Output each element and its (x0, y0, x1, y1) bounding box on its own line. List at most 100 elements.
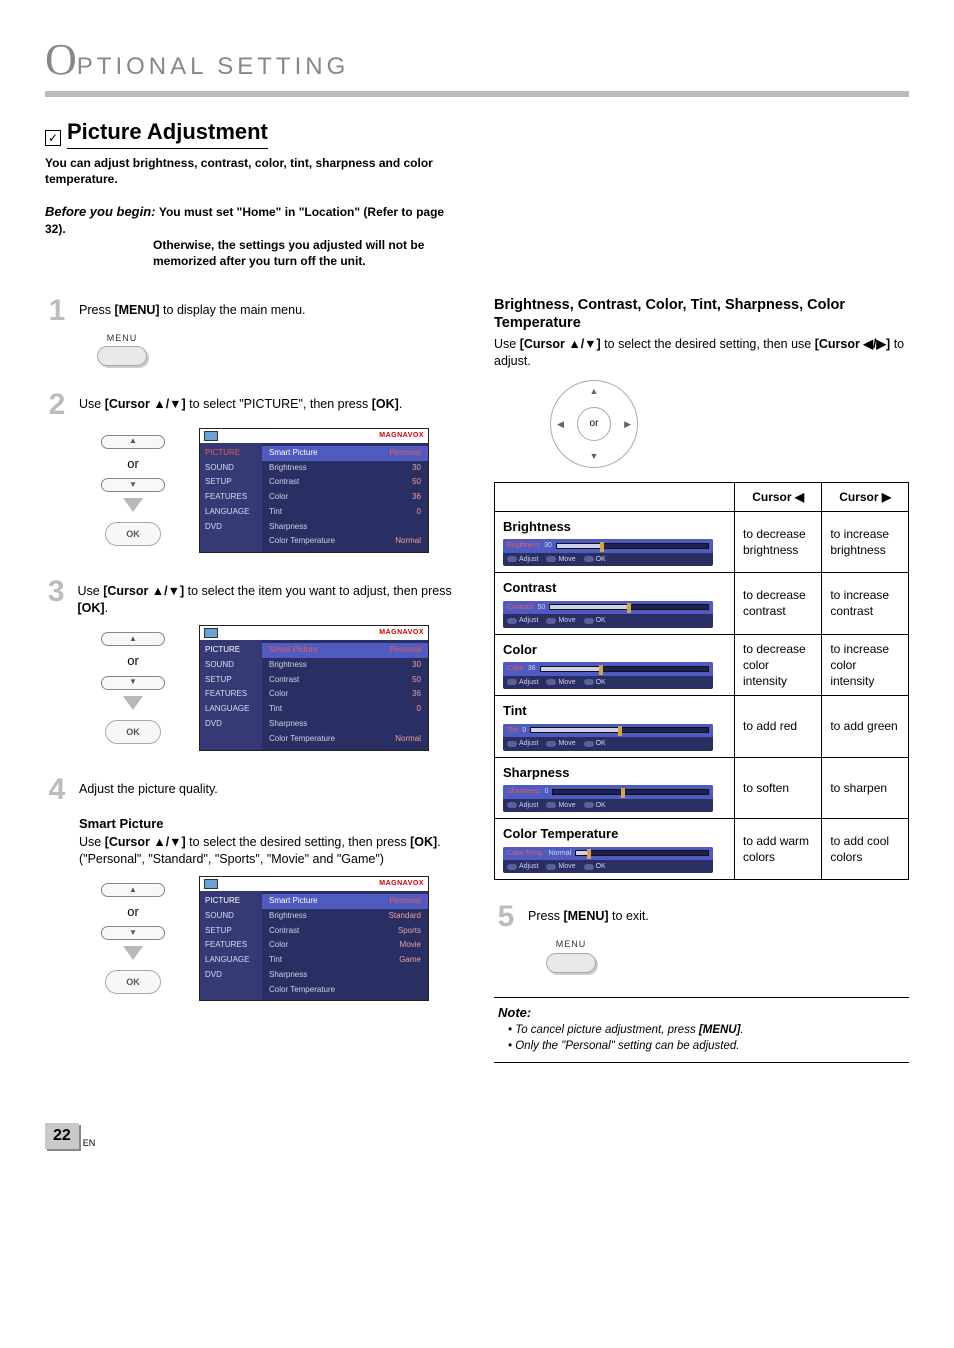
t: Press (528, 909, 563, 923)
mini-osd-label: Sharpness (507, 787, 540, 796)
down-button-icon: ▼ (101, 676, 165, 690)
mini-osd-legend-label: Move (558, 678, 575, 687)
mini-osd-legend: OK (584, 739, 606, 748)
down-button-icon: ▼ (101, 926, 165, 940)
pill-icon (507, 556, 517, 562)
cursor-left-effect: to decrease brightness (735, 511, 822, 572)
nav-pad: ▲ or ▼ OK (85, 883, 181, 995)
col-cursor-right: Cursor ▶ (822, 482, 909, 511)
smart-picture-title: Smart Picture (79, 815, 460, 833)
mini-osd-legend-label: OK (596, 862, 606, 871)
osd-k: Brightness (269, 660, 307, 671)
t: To cancel picture adjustment, press (515, 1024, 699, 1036)
mini-osd-legend-label: Adjust (519, 801, 538, 810)
mini-osd-label: Contrast (507, 603, 533, 612)
osd-v: Game (387, 955, 421, 966)
note-item: To cancel picture adjustment, press [MEN… (508, 1023, 905, 1039)
osd-k: Sharpness (269, 522, 307, 533)
tv-icon (204, 431, 218, 441)
setting-cell: BrightnessBrightness30AdjustMoveOK (495, 511, 735, 572)
pill-icon (584, 556, 594, 562)
ok-key: [OK] (372, 397, 399, 411)
mini-osd-legend: OK (584, 555, 606, 564)
osd-v: Sports (387, 926, 421, 937)
pill-icon (507, 679, 517, 685)
brand-label: MAGNAVOX (379, 879, 424, 888)
osd-v: Personal (387, 896, 421, 907)
osd-v: Normal (387, 734, 421, 745)
menu-key: [MENU] (114, 303, 159, 317)
mini-osd-legend: Adjust (507, 739, 538, 748)
slider-icon (575, 850, 709, 856)
mini-osd: Sharpness0AdjustMoveOK (503, 785, 713, 812)
pill-icon (546, 618, 556, 624)
osd-v: 36 (387, 689, 421, 700)
cursor-right-effect: to add green (822, 696, 909, 757)
triangle-up-icon: ▲ (590, 385, 599, 397)
table-row: Color TemperatureColor Temp.NormalAdjust… (495, 819, 909, 880)
osd-side-item: LANGUAGE (200, 505, 262, 520)
setting-cell: SharpnessSharpness0AdjustMoveOK (495, 757, 735, 818)
setting-name: Contrast (503, 579, 726, 597)
section-title: Picture Adjustment (67, 117, 268, 149)
before-you-begin: Before you begin: You must set "Home" in… (45, 203, 465, 269)
t: to exit. (609, 909, 649, 923)
osd-k: Color Temperature (269, 536, 335, 547)
cursor-key: [Cursor ▲/▼] (105, 397, 186, 411)
table-row: TintTint0AdjustMoveOKto add redto add gr… (495, 696, 909, 757)
cursor-key: [Cursor ◀/▶] (815, 337, 890, 351)
mini-osd-legend: Move (546, 739, 575, 748)
t: to select the item you want to adjust, t… (184, 584, 452, 598)
menu-button-icon (546, 953, 596, 973)
or-label: or (577, 407, 611, 441)
mini-osd-legend: Adjust (507, 801, 538, 810)
osd-side-item: FEATURES (200, 938, 262, 953)
osd-k: Brightness (269, 911, 307, 922)
setting-cell: ContrastContrast50AdjustMoveOK (495, 573, 735, 634)
osd-side-picture: PICTURE (200, 446, 262, 461)
cursor-left-effect: to decrease contrast (735, 573, 822, 634)
t: Use (494, 337, 520, 351)
up-button-icon: ▲ (101, 883, 165, 897)
osd-sidebar: PICTURE SOUND SETUP FEATURES LANGUAGE DV… (200, 443, 262, 553)
cursor-key: [Cursor ▲/▼] (520, 337, 601, 351)
step-2: 2 Use [Cursor ▲/▼] to select "PICTURE", … (45, 390, 460, 554)
mini-osd-legend: Move (546, 678, 575, 687)
osd-side-item: DVD (200, 520, 262, 535)
mini-osd-value: 50 (537, 603, 545, 612)
triangle-down-icon: ▼ (129, 928, 137, 939)
osd-k: Color (269, 940, 288, 951)
osd-k: Brightness (269, 463, 307, 474)
step-2-text: Use [Cursor ▲/▼] to select "PICTURE", th… (79, 390, 402, 413)
mini-osd-value: 36 (528, 664, 536, 673)
osd-k: Color Temperature (269, 985, 335, 996)
t: Use (77, 584, 103, 598)
osd-side-item: FEATURES (200, 687, 262, 702)
smart-picture-block: Smart Picture Use [Cursor ▲/▼] to select… (79, 815, 460, 868)
table-row: BrightnessBrightness30AdjustMoveOKto dec… (495, 511, 909, 572)
mini-osd-legend: OK (584, 616, 606, 625)
osd-side-item: LANGUAGE (200, 702, 262, 717)
mini-osd-legend-label: OK (596, 555, 606, 564)
mini-osd-legend: Move (546, 801, 575, 810)
mini-osd-value: 30 (544, 541, 552, 550)
mini-osd-label: Tint (507, 726, 518, 735)
mini-osd-legend-label: OK (596, 616, 606, 625)
step-3: 3 Use [Cursor ▲/▼] to select the item yo… (45, 577, 460, 750)
t: to select the desired setting, then use (601, 337, 815, 351)
osd-v: 36 (387, 492, 421, 503)
triangle-right-icon: ▶ (624, 417, 631, 429)
settings-table: Cursor ◀ Cursor ▶ BrightnessBrightness30… (494, 482, 909, 881)
mini-osd-legend-label: Move (558, 555, 575, 564)
mini-osd: Tint0AdjustMoveOK (503, 724, 713, 751)
osd-v: 30 (387, 463, 421, 474)
smart-picture-options: ("Personal", "Standard", "Sports", "Movi… (79, 851, 460, 868)
osd-side-item: FEATURES (200, 490, 262, 505)
pill-icon (507, 864, 517, 870)
mini-osd-legend: OK (584, 862, 606, 871)
mini-osd-legend-label: Adjust (519, 616, 538, 625)
osd-side-item: SOUND (200, 658, 262, 673)
table-row: SharpnessSharpness0AdjustMoveOKto soften… (495, 757, 909, 818)
mini-osd: Color36AdjustMoveOK (503, 662, 713, 689)
osd-menu-item-select: MAGNAVOX PICTURE SOUND SETUP FEATURES LA… (199, 625, 429, 751)
